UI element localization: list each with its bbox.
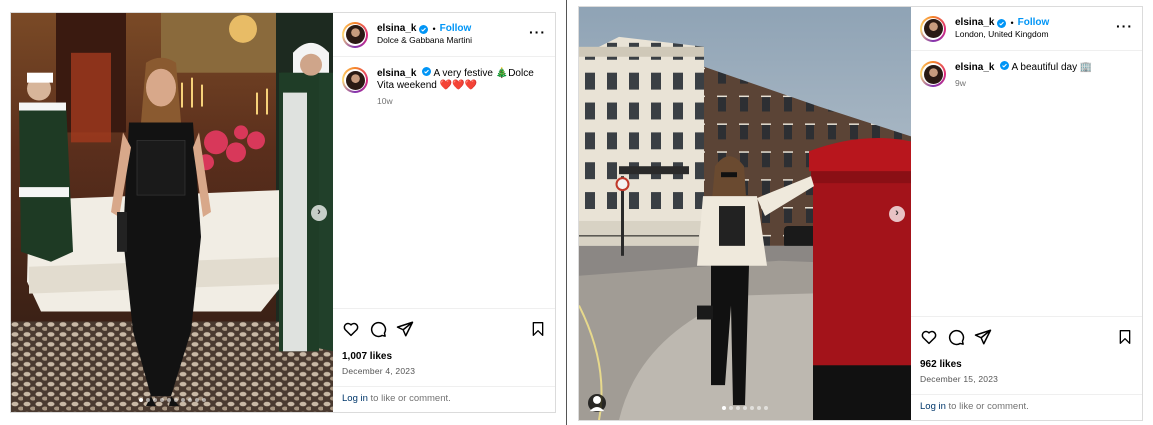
avatar[interactable] [342,67,368,93]
bookmark-icon[interactable] [530,321,546,337]
caption-age[interactable]: 10w [377,96,546,106]
login-prompt: Log in to like or comment. [911,394,1142,420]
post-sidebar: elsina_k • Follow London, United Kingdom… [911,7,1142,420]
carousel-dot [180,398,185,402]
caption-row: elsina_k A beautiful day 🏢 9w [911,51,1142,316]
follow-button[interactable]: Follow [440,23,472,35]
carousel-dot [729,406,733,410]
avatar[interactable] [342,21,368,48]
login-suffix: to like or comment. [945,401,1029,412]
separator-dot: • [1010,18,1014,28]
comment-icon[interactable] [369,320,387,338]
verified-badge-icon [997,18,1007,28]
carousel-dot [743,406,747,410]
carousel-dot [757,406,761,410]
username-link[interactable]: elsina_k [955,17,994,29]
carousel-dot [166,398,171,402]
caption-username[interactable]: elsina_k [955,62,994,73]
login-prompt: Log in to like or comment. [333,386,555,412]
more-options-icon[interactable]: ··· [1116,19,1133,37]
carousel-dot [159,398,164,402]
carousel-dot [138,398,143,402]
post-date: December 4, 2023 [342,366,416,376]
carousel-dot [201,398,206,402]
post-sidebar: elsina_k • Follow Dolce & Gabbana Martin… [333,13,555,412]
chevron-right-icon: › [895,207,899,219]
heart-icon[interactable] [342,320,360,338]
caption-row: elsina_k A very festive 🎄Dolce Vita week… [333,57,555,308]
heart-icon[interactable] [920,328,938,346]
follow-button[interactable]: Follow [1018,17,1050,29]
post-actions: 962 likes December 15, 2023 [911,316,1142,384]
carousel-dot [764,406,768,410]
verified-badge-icon [1000,61,1010,70]
login-suffix: to like or comment. [367,393,451,404]
london-street-image [579,7,911,420]
location-link[interactable]: Dolce & Gabbana Martini [377,35,472,46]
share-icon[interactable] [974,328,992,346]
bookmark-icon[interactable] [1117,329,1133,345]
post-photo-party[interactable]: › [11,13,333,412]
caption-age[interactable]: 9w [955,78,1125,88]
carousel-dot [736,406,740,410]
carousel-dots [11,398,333,402]
carousel-dot [187,398,192,402]
screenshot-divider [566,0,567,425]
carousel-next-button[interactable]: › [889,205,905,222]
likes-count[interactable]: 962 likes [920,359,1133,370]
comment-icon[interactable] [947,328,965,346]
login-link[interactable]: Log in [342,393,368,404]
post-header: elsina_k • Follow Dolce & Gabbana Martin… [333,13,555,57]
post-photo-street[interactable]: › [579,7,911,420]
caption: elsina_k A very festive 🎄Dolce Vita week… [377,67,546,92]
avatar[interactable] [920,15,946,42]
instagram-post-2: › elsina_k • Follow London, United Kingd… [578,6,1143,421]
carousel-dot [750,406,754,410]
carousel-dot [152,398,157,402]
location-link[interactable]: London, United Kingdom [955,29,1049,40]
verified-badge-icon [419,24,429,34]
verified-badge-icon [422,67,432,76]
instagram-post-1: › elsina_k • Follow Dolce & Gabbana Mart… [10,12,556,413]
share-icon[interactable] [396,320,414,338]
chevron-right-icon: › [317,206,321,218]
more-options-icon[interactable]: ··· [529,25,546,43]
carousel-dot [722,406,726,410]
avatar[interactable] [920,61,946,87]
party-scene-image [11,13,333,412]
carousel-next-button[interactable]: › [311,204,327,221]
caption-text: A beautiful day 🏢 [1011,62,1093,73]
post-header: elsina_k • Follow London, United Kingdom… [911,7,1142,51]
carousel-dots [579,406,911,410]
carousel-dot [173,398,178,402]
likes-count[interactable]: 1,007 likes [342,351,546,362]
login-link[interactable]: Log in [920,401,946,412]
carousel-dot [145,398,150,402]
post-date: December 15, 2023 [920,374,999,384]
post-actions: 1,007 likes December 4, 2023 [333,308,555,376]
carousel-dot [194,398,199,402]
separator-dot: • [432,24,436,34]
username-link[interactable]: elsina_k [377,23,416,35]
caption: elsina_k A beautiful day 🏢 [955,61,1125,74]
caption-username[interactable]: elsina_k [377,68,416,79]
